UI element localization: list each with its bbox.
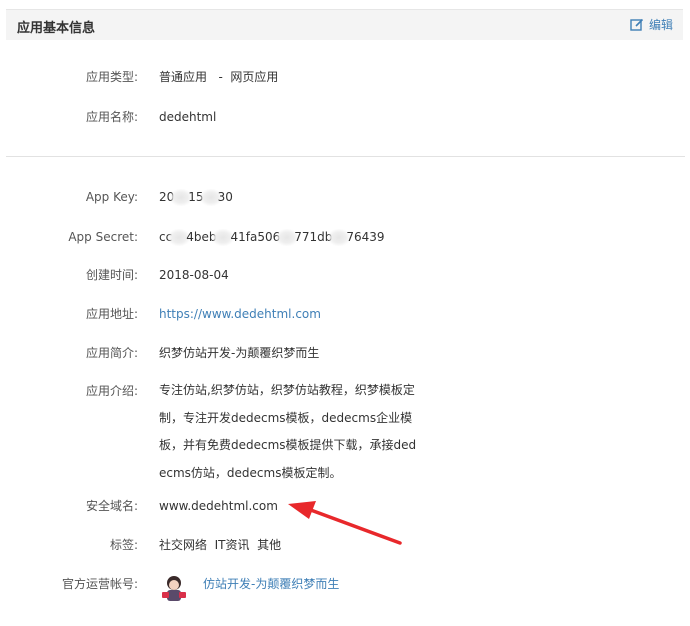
app-intro-value: 专注仿站,织梦仿站，织梦仿站教程，织梦模板定制，专注开发dedecms模板，de…: [159, 383, 417, 480]
app-type-value: 普通应用 - 网页应用: [159, 70, 279, 84]
edit-label: 编辑: [648, 18, 673, 32]
section-divider: [6, 156, 685, 157]
created-value: 2018-08-04: [159, 268, 229, 282]
app-secret-label: App Secret:: [68, 230, 138, 244]
app-type-label: 应用类型:: [85, 70, 138, 84]
tags-label: 标签:: [109, 538, 138, 552]
secure-domain-label: 安全域名:: [85, 499, 138, 513]
app-name-value: dedehtml: [159, 110, 217, 124]
tags-value: 社交网络 IT资讯 其他: [159, 538, 282, 552]
section-header: 应用基本信息 编辑: [6, 9, 683, 40]
row-official-account: 官方运营帐号: 仿站开发-为颠覆织梦而生: [0, 570, 690, 606]
official-account-label: 官方运营帐号:: [61, 577, 138, 591]
app-secret-value: cc 4beb 41fa506 771db 76439: [159, 229, 385, 246]
app-intro-label: 应用介绍:: [85, 384, 138, 398]
avatar[interactable]: [159, 573, 189, 603]
edit-icon: [630, 18, 644, 31]
app-brief-value: 织梦仿站开发-为颠覆织梦而生: [159, 346, 320, 360]
app-brief-label: 应用简介:: [85, 346, 138, 360]
secure-domain-value: www.dedehtml.com: [159, 499, 278, 513]
app-key-label: App Key:: [85, 190, 138, 204]
app-name-label: 应用名称:: [85, 110, 138, 124]
edit-button[interactable]: 编辑: [630, 16, 673, 33]
app-address-link[interactable]: https://www.dedehtml.com: [159, 300, 321, 329]
app-key-value: 20 15 30: [159, 189, 233, 206]
arrow-annotation: [288, 501, 402, 545]
created-label: 创建时间:: [85, 268, 138, 282]
section-title: 应用基本信息: [17, 21, 96, 36]
app-address-label: 应用地址:: [85, 307, 138, 321]
official-account-link[interactable]: 仿站开发-为颠覆织梦而生: [203, 570, 339, 599]
